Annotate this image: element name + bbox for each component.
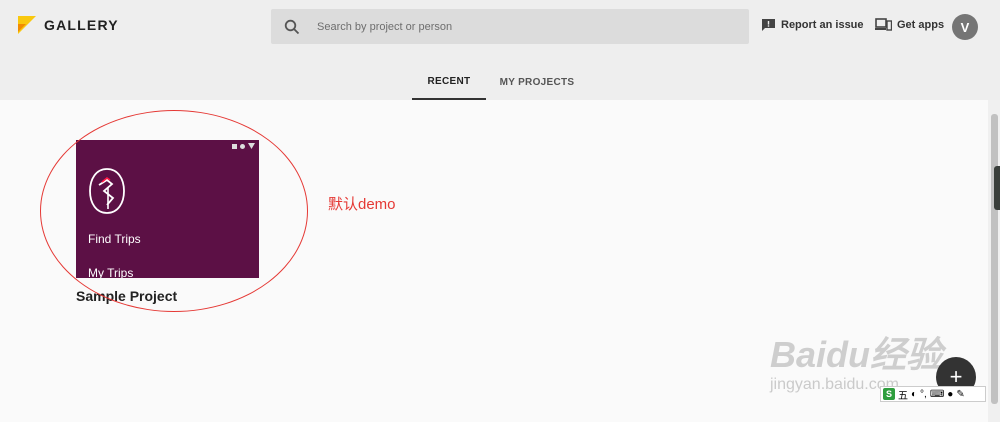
devices-icon bbox=[875, 18, 892, 31]
annotation-ellipse bbox=[40, 110, 308, 312]
settings-icon[interactable]: ✎ bbox=[956, 389, 964, 400]
report-issue-button[interactable]: Report an issue bbox=[761, 18, 864, 32]
app-header: GALLERY Report an issue Get apps V RECEN… bbox=[0, 0, 1000, 100]
user-icon[interactable]: ● bbox=[947, 389, 953, 400]
moon-icon[interactable]: ◐ bbox=[911, 389, 917, 400]
annotation-label: 默认demo bbox=[328, 196, 396, 213]
ime-logo-icon: S bbox=[883, 388, 895, 400]
gallery-logo-icon bbox=[18, 16, 36, 34]
tab-bar: RECENT MY PROJECTS bbox=[412, 64, 588, 100]
get-apps-button[interactable]: Get apps bbox=[875, 18, 944, 31]
app-title: GALLERY bbox=[44, 17, 119, 33]
search-icon bbox=[284, 19, 300, 35]
punctuation-icon[interactable]: °, bbox=[920, 389, 927, 400]
tab-my-projects[interactable]: MY PROJECTS bbox=[486, 64, 588, 100]
side-panel-handle[interactable] bbox=[994, 166, 1000, 210]
ime-lang[interactable]: 五 bbox=[898, 387, 908, 402]
search-input[interactable] bbox=[317, 20, 717, 33]
scrollbar-thumb[interactable] bbox=[991, 114, 998, 404]
watermark-logo: Baidu经验 bbox=[770, 334, 943, 375]
ime-toolbar[interactable]: S 五 ◐ °, ⌨ ● ✎ bbox=[880, 386, 986, 402]
keyboard-icon[interactable]: ⌨ bbox=[930, 389, 944, 400]
get-apps-label: Get apps bbox=[897, 18, 945, 31]
tab-recent[interactable]: RECENT bbox=[412, 64, 486, 100]
vertical-scrollbar[interactable] bbox=[988, 100, 1000, 422]
report-issue-label: Report an issue bbox=[781, 19, 864, 31]
app-logo[interactable]: GALLERY bbox=[18, 16, 119, 34]
feedback-icon bbox=[762, 19, 775, 31]
user-avatar[interactable]: V bbox=[952, 14, 978, 40]
search-bar[interactable] bbox=[271, 9, 749, 44]
